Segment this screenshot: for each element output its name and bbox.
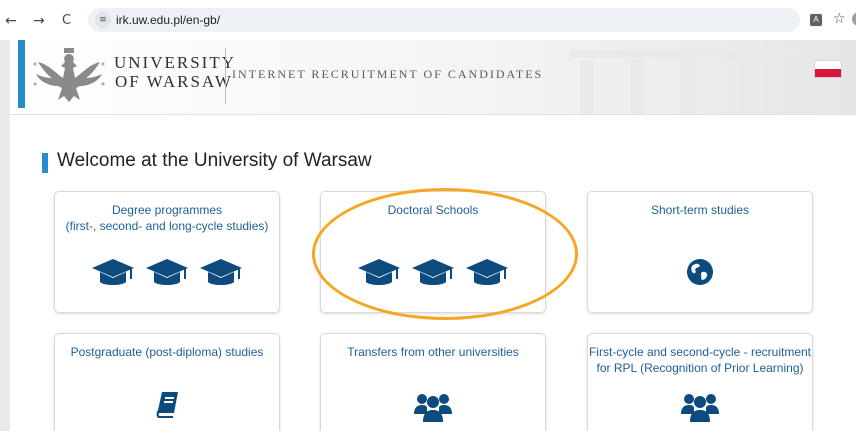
card-title: First-cycle and second-cycle - recruitme… (588, 345, 812, 359)
header-divider (225, 48, 226, 104)
url-text[interactable]: irk.uw.edu.pl/en-gb/ (116, 13, 220, 27)
card-title: Degree programmes (111, 203, 223, 217)
system-title: INTERNET RECRUITMENT OF CANDIDATES (232, 67, 544, 81)
card-icon-group (588, 258, 812, 286)
card-transfers[interactable]: Transfers from other universities (320, 333, 546, 431)
card-subtitle: (first-, second- and long-cycle studies) (65, 219, 269, 233)
card-icon-group (55, 258, 279, 286)
card-subtitle: for RPL (Recognition of Prior Learning) (596, 361, 804, 375)
polish-flag-language-switch[interactable] (814, 60, 842, 78)
university-name-line1: UNIVERSITY (114, 53, 236, 72)
star-icon[interactable]: ☆ (833, 11, 846, 27)
card-icon-group (321, 392, 545, 422)
card-icon-group (588, 392, 812, 422)
welcome-heading: Welcome at the University of Warsaw (57, 150, 372, 171)
card-rpl-recruitment[interactable]: First-cycle and second-cycle - recruitme… (587, 333, 813, 431)
card-short-term-studies[interactable]: Short-term studies (587, 191, 813, 313)
browser-toolbar: ← → C ≡ irk.uw.edu.pl/en-gb/ A ☆ (0, 0, 856, 40)
site-header: UNIVERSITY OF WARSAW INTERNET RECRUITMEN… (10, 40, 856, 115)
users-icon (681, 394, 719, 422)
header-accent-bar (18, 40, 25, 108)
card-title: Transfers from other universities (347, 345, 519, 359)
profile-avatar[interactable] (852, 12, 856, 26)
page-content: UNIVERSITY OF WARSAW INTERNET RECRUITMEN… (10, 40, 856, 431)
translate-icon[interactable]: A (810, 14, 822, 26)
globe-icon (687, 259, 713, 285)
reload-icon[interactable]: C (62, 13, 71, 28)
card-doctoral-schools[interactable]: Doctoral Schools (320, 191, 546, 313)
forward-icon[interactable]: → (33, 13, 45, 29)
building-columns-background (570, 50, 800, 114)
card-postgraduate-studies[interactable]: Postgraduate (post-diploma) studies (54, 333, 280, 431)
users-icon (414, 394, 452, 422)
graduation-cap-icon (200, 259, 243, 285)
university-name-line2: OF WARSAW (115, 72, 233, 91)
back-icon[interactable]: ← (5, 13, 17, 29)
book-icon (156, 392, 178, 418)
graduation-cap-icon (412, 259, 454, 285)
graduation-cap-icon (357, 259, 400, 285)
card-title: Doctoral Schools (387, 203, 479, 217)
address-bar[interactable]: ≡ irk.uw.edu.pl/en-gb/ (88, 8, 800, 32)
tune-icon[interactable]: ≡ (95, 12, 111, 28)
graduation-cap-icon (466, 259, 509, 285)
card-icon-group (321, 258, 545, 286)
card-degree-programmes[interactable]: Degree programmes (first-, second- and l… (54, 191, 280, 313)
card-icon-group (55, 392, 279, 418)
university-eagle-logo[interactable] (30, 44, 108, 108)
card-title: Short-term studies (650, 203, 750, 217)
graduation-cap-icon (91, 259, 134, 285)
welcome-accent-bar (42, 153, 48, 173)
graduation-cap-icon (146, 259, 188, 285)
card-title: Postgraduate (post-diploma) studies (70, 345, 264, 359)
